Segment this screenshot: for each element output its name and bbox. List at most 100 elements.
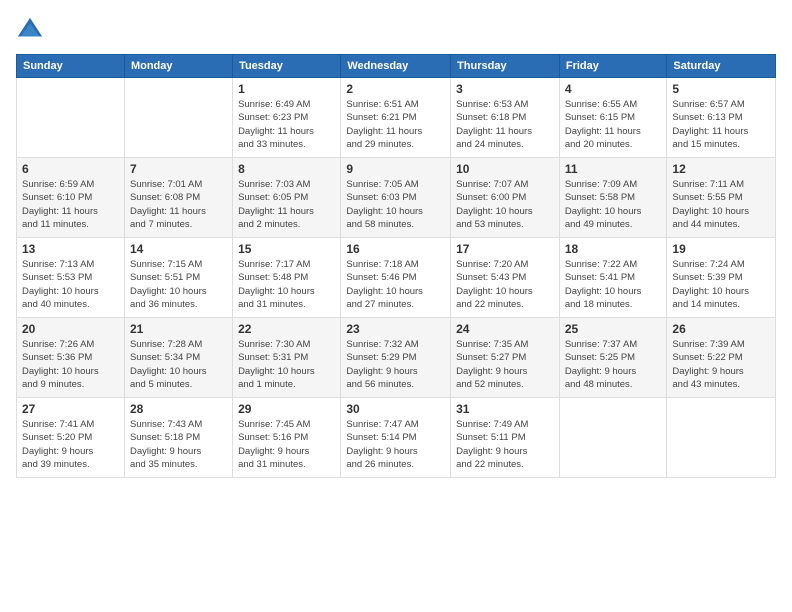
day-info: Sunrise: 7:13 AM Sunset: 5:53 PM Dayligh… [22, 258, 119, 311]
col-header-sunday: Sunday [17, 55, 125, 78]
week-row-1: 1Sunrise: 6:49 AM Sunset: 6:23 PM Daylig… [17, 78, 776, 158]
day-number: 10 [456, 162, 554, 176]
day-number: 3 [456, 82, 554, 96]
day-number: 16 [346, 242, 445, 256]
day-cell [559, 398, 667, 478]
day-cell: 29 Sunrise: 7:45 AM Sunset: 5:16 PM Dayli… [233, 398, 341, 478]
day-cell: 19 Sunrise: 7:24 AM Sunset: 5:39 PM Dayli… [667, 238, 776, 318]
day-info: Sunrise: 7:26 AM Sunset: 5:36 PM Dayligh… [22, 338, 119, 391]
day-number: 14 [130, 242, 227, 256]
day-info: Sunrise: 7:07 AM Sunset: 6:00 PM Dayligh… [456, 178, 554, 231]
day-info: Sunrise: 7:11 AM Sunset: 5:55 PM Dayligh… [672, 178, 770, 231]
day-cell: 3 Sunrise: 6:53 AM Sunset: 6:18 PM Daylig… [451, 78, 560, 158]
header-row: SundayMondayTuesdayWednesdayThursdayFrid… [17, 55, 776, 78]
day-number: 8 [238, 162, 335, 176]
day-info: Sunrise: 7:43 AM Sunset: 5:18 PM Dayligh… [130, 418, 227, 471]
logo [16, 16, 48, 44]
day-info: Sunrise: 7:35 AM Sunset: 5:27 PM Dayligh… [456, 338, 554, 391]
col-header-monday: Monday [124, 55, 232, 78]
day-info: Sunrise: 7:09 AM Sunset: 5:58 PM Dayligh… [565, 178, 662, 231]
day-info: Sunrise: 7:37 AM Sunset: 5:25 PM Dayligh… [565, 338, 662, 391]
day-info: Sunrise: 7:03 AM Sunset: 6:05 PM Dayligh… [238, 178, 335, 231]
day-cell: 1Sunrise: 6:49 AM Sunset: 6:23 PM Daylig… [233, 78, 341, 158]
day-number: 30 [346, 402, 445, 416]
day-info: Sunrise: 6:51 AM Sunset: 6:21 PM Dayligh… [346, 98, 445, 151]
day-cell: 12 Sunrise: 7:11 AM Sunset: 5:55 PM Dayli… [667, 158, 776, 238]
day-cell: 9Sunrise: 7:05 AM Sunset: 6:03 PM Daylig… [341, 158, 451, 238]
calendar: SundayMondayTuesdayWednesdayThursdayFrid… [16, 54, 776, 478]
day-number: 6 [22, 162, 119, 176]
day-cell: 26 Sunrise: 7:39 AM Sunset: 5:22 PM Dayli… [667, 318, 776, 398]
col-header-thursday: Thursday [451, 55, 560, 78]
day-number: 19 [672, 242, 770, 256]
day-info: Sunrise: 7:28 AM Sunset: 5:34 PM Dayligh… [130, 338, 227, 391]
logo-icon [16, 16, 44, 44]
day-cell: 24 Sunrise: 7:35 AM Sunset: 5:27 PM Dayli… [451, 318, 560, 398]
day-cell: 4Sunrise: 6:55 AM Sunset: 6:15 PM Daylig… [559, 78, 667, 158]
col-header-wednesday: Wednesday [341, 55, 451, 78]
day-cell: 21 Sunrise: 7:28 AM Sunset: 5:34 PM Dayli… [124, 318, 232, 398]
day-number: 7 [130, 162, 227, 176]
day-info: Sunrise: 7:45 AM Sunset: 5:16 PM Dayligh… [238, 418, 335, 471]
day-info: Sunrise: 7:39 AM Sunset: 5:22 PM Dayligh… [672, 338, 770, 391]
day-number: 20 [22, 322, 119, 336]
day-cell: 14Sunrise: 7:15 AM Sunset: 5:51 PM Dayli… [124, 238, 232, 318]
day-info: Sunrise: 6:55 AM Sunset: 6:15 PM Dayligh… [565, 98, 662, 151]
day-number: 21 [130, 322, 227, 336]
day-number: 11 [565, 162, 662, 176]
day-number: 25 [565, 322, 662, 336]
day-cell: 16 Sunrise: 7:18 AM Sunset: 5:46 PM Dayli… [341, 238, 451, 318]
day-number: 17 [456, 242, 554, 256]
day-info: Sunrise: 6:59 AM Sunset: 6:10 PM Dayligh… [22, 178, 119, 231]
day-number: 13 [22, 242, 119, 256]
day-cell: 25 Sunrise: 7:37 AM Sunset: 5:25 PM Dayli… [559, 318, 667, 398]
day-info: Sunrise: 7:05 AM Sunset: 6:03 PM Dayligh… [346, 178, 445, 231]
day-info: Sunrise: 7:32 AM Sunset: 5:29 PM Dayligh… [346, 338, 445, 391]
day-cell: 2 Sunrise: 6:51 AM Sunset: 6:21 PM Daylig… [341, 78, 451, 158]
week-row-3: 13 Sunrise: 7:13 AM Sunset: 5:53 PM Dayli… [17, 238, 776, 318]
day-number: 5 [672, 82, 770, 96]
day-cell: 11 Sunrise: 7:09 AM Sunset: 5:58 PM Dayli… [559, 158, 667, 238]
week-row-5: 27 Sunrise: 7:41 AM Sunset: 5:20 PM Dayli… [17, 398, 776, 478]
day-info: Sunrise: 7:22 AM Sunset: 5:41 PM Dayligh… [565, 258, 662, 311]
day-cell: 8 Sunrise: 7:03 AM Sunset: 6:05 PM Daylig… [233, 158, 341, 238]
day-info: Sunrise: 7:41 AM Sunset: 5:20 PM Dayligh… [22, 418, 119, 471]
day-number: 31 [456, 402, 554, 416]
week-row-2: 6 Sunrise: 6:59 AM Sunset: 6:10 PM Daylig… [17, 158, 776, 238]
day-number: 26 [672, 322, 770, 336]
day-cell: 7 Sunrise: 7:01 AM Sunset: 6:08 PM Daylig… [124, 158, 232, 238]
day-number: 1 [238, 82, 335, 96]
day-cell: 22 Sunrise: 7:30 AM Sunset: 5:31 PM Dayli… [233, 318, 341, 398]
day-cell: 10 Sunrise: 7:07 AM Sunset: 6:00 PM Dayli… [451, 158, 560, 238]
week-row-4: 20 Sunrise: 7:26 AM Sunset: 5:36 PM Dayli… [17, 318, 776, 398]
day-info: Sunrise: 6:53 AM Sunset: 6:18 PM Dayligh… [456, 98, 554, 151]
day-cell: 27 Sunrise: 7:41 AM Sunset: 5:20 PM Dayli… [17, 398, 125, 478]
day-number: 2 [346, 82, 445, 96]
day-number: 24 [456, 322, 554, 336]
day-info: Sunrise: 7:24 AM Sunset: 5:39 PM Dayligh… [672, 258, 770, 311]
col-header-friday: Friday [559, 55, 667, 78]
day-info: Sunrise: 7:49 AM Sunset: 5:11 PM Dayligh… [456, 418, 554, 471]
day-number: 15 [238, 242, 335, 256]
day-cell [124, 78, 232, 158]
day-cell [667, 398, 776, 478]
col-header-tuesday: Tuesday [233, 55, 341, 78]
day-info: Sunrise: 7:18 AM Sunset: 5:46 PM Dayligh… [346, 258, 445, 311]
day-info: Sunrise: 7:47 AM Sunset: 5:14 PM Dayligh… [346, 418, 445, 471]
day-number: 22 [238, 322, 335, 336]
day-number: 27 [22, 402, 119, 416]
col-header-saturday: Saturday [667, 55, 776, 78]
day-cell [17, 78, 125, 158]
day-number: 29 [238, 402, 335, 416]
page: SundayMondayTuesdayWednesdayThursdayFrid… [0, 0, 792, 612]
day-info: Sunrise: 7:30 AM Sunset: 5:31 PM Dayligh… [238, 338, 335, 391]
day-cell: 13 Sunrise: 7:13 AM Sunset: 5:53 PM Dayli… [17, 238, 125, 318]
day-cell: 23 Sunrise: 7:32 AM Sunset: 5:29 PM Dayli… [341, 318, 451, 398]
day-cell: 28Sunrise: 7:43 AM Sunset: 5:18 PM Dayli… [124, 398, 232, 478]
day-info: Sunrise: 7:01 AM Sunset: 6:08 PM Dayligh… [130, 178, 227, 231]
day-number: 18 [565, 242, 662, 256]
day-cell: 20 Sunrise: 7:26 AM Sunset: 5:36 PM Dayli… [17, 318, 125, 398]
day-number: 23 [346, 322, 445, 336]
day-cell: 18 Sunrise: 7:22 AM Sunset: 5:41 PM Dayli… [559, 238, 667, 318]
day-number: 12 [672, 162, 770, 176]
